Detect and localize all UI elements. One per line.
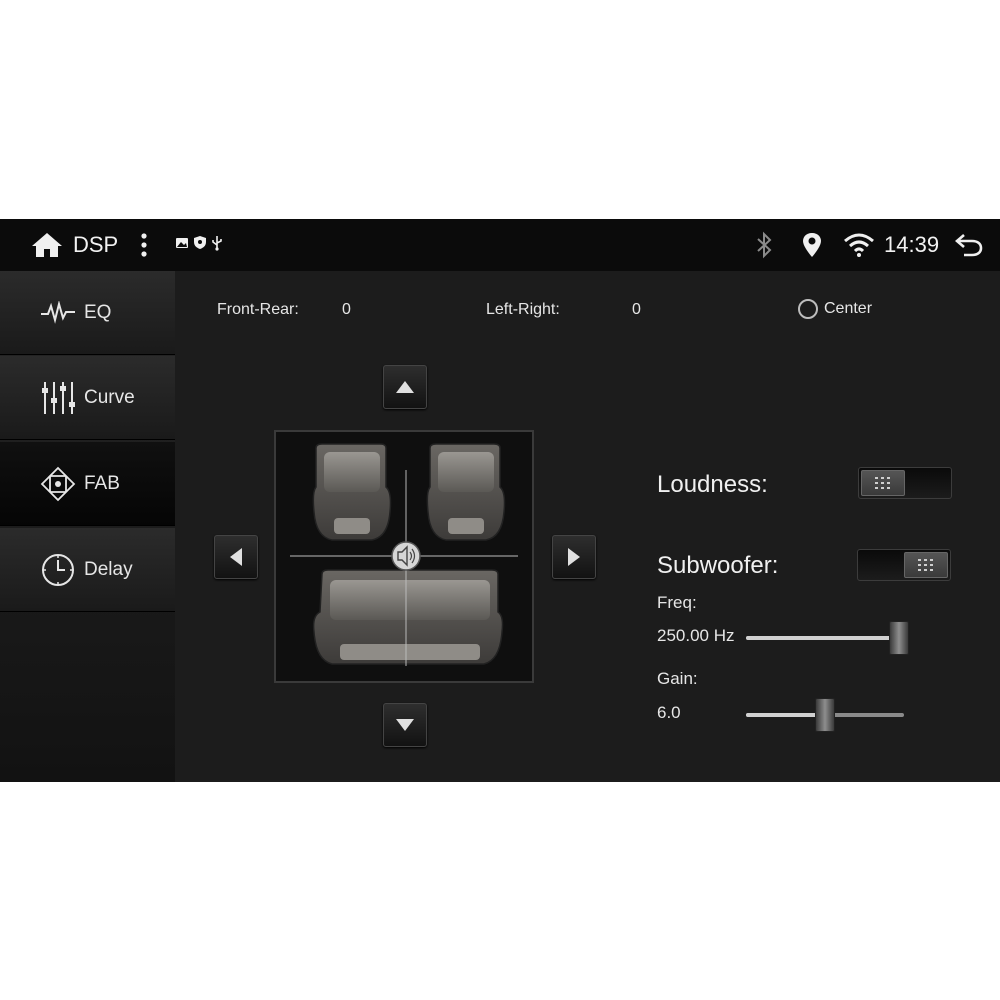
gain-label: Gain: xyxy=(657,669,698,688)
freq-slider-thumb[interactable] xyxy=(889,621,910,655)
sidebar: EQ Curve FAB Delay xyxy=(0,271,175,782)
home-icon[interactable] xyxy=(30,231,64,259)
subwoofer-label: Subwoofer: xyxy=(657,552,779,579)
sidebar-item-delay[interactable]: Delay xyxy=(0,528,175,612)
sliders-icon xyxy=(40,380,76,416)
gain-slider-thumb[interactable] xyxy=(815,698,835,732)
freq-slider-fill xyxy=(746,636,900,640)
toggle-knob xyxy=(904,552,948,578)
gain-slider-fill xyxy=(746,713,825,717)
arrow-right-icon xyxy=(568,548,580,566)
gain-slider[interactable] xyxy=(746,698,904,732)
speaker-position-handle[interactable] xyxy=(391,541,421,571)
sidebar-item-label: Curve xyxy=(84,386,135,408)
sidebar-item-label: Delay xyxy=(84,558,133,580)
usb-icon xyxy=(211,235,223,256)
left-right-value: 0 xyxy=(632,301,641,318)
toggle-knob xyxy=(861,470,905,496)
seat-balance-panel[interactable] xyxy=(274,430,534,683)
freq-value: 250.00 Hz xyxy=(657,626,735,645)
sidebar-item-curve[interactable]: Curve xyxy=(0,356,175,440)
right-arrow-button[interactable] xyxy=(552,535,596,579)
freq-label: Freq: xyxy=(657,593,697,612)
rear-bench-seat xyxy=(312,569,504,665)
back-icon[interactable] xyxy=(954,231,984,259)
loudness-toggle[interactable] xyxy=(858,467,952,499)
down-arrow-button[interactable] xyxy=(383,703,427,747)
radio-circle xyxy=(798,299,818,319)
shield-icon xyxy=(193,235,207,255)
dsp-screen: DSP 14:39 EQ Curve FAB Delay Front-Rear:… xyxy=(0,219,1000,782)
left-arrow-button[interactable] xyxy=(214,535,258,579)
front-left-seat xyxy=(312,443,392,541)
subwoofer-toggle[interactable] xyxy=(857,549,951,581)
arrow-up-icon xyxy=(396,381,414,393)
loudness-label: Loudness: xyxy=(657,471,768,498)
grip-icon xyxy=(918,559,933,571)
wifi-icon xyxy=(842,232,876,258)
balance-arrows-icon xyxy=(40,466,76,502)
front-right-seat xyxy=(426,443,506,541)
arrow-down-icon xyxy=(396,719,414,731)
clock: 14:39 xyxy=(884,232,940,257)
grip-icon xyxy=(875,477,890,489)
image-icon xyxy=(175,236,189,255)
front-rear-value: 0 xyxy=(342,301,351,318)
freq-slider[interactable] xyxy=(746,621,910,655)
sidebar-item-label: EQ xyxy=(84,301,112,323)
up-arrow-button[interactable] xyxy=(383,365,427,409)
left-right-label: Left-Right: xyxy=(486,301,560,318)
gain-value: 6.0 xyxy=(657,703,681,722)
arrow-left-icon xyxy=(230,548,242,566)
more-vert-icon[interactable] xyxy=(135,231,153,259)
front-rear-label: Front-Rear: xyxy=(217,301,299,318)
location-icon xyxy=(800,231,824,259)
sidebar-item-fab[interactable]: FAB xyxy=(0,442,175,526)
center-radio[interactable]: Center xyxy=(798,299,872,319)
app-title: DSP xyxy=(73,232,119,257)
clock-icon xyxy=(40,552,76,588)
notification-icons xyxy=(175,233,223,257)
center-label: Center xyxy=(824,300,873,317)
waveform-icon xyxy=(40,295,76,331)
sidebar-item-label: FAB xyxy=(84,472,120,494)
status-bar: DSP 14:39 xyxy=(0,219,1000,271)
sidebar-item-eq[interactable]: EQ xyxy=(0,271,175,355)
bluetooth-icon xyxy=(752,231,776,259)
